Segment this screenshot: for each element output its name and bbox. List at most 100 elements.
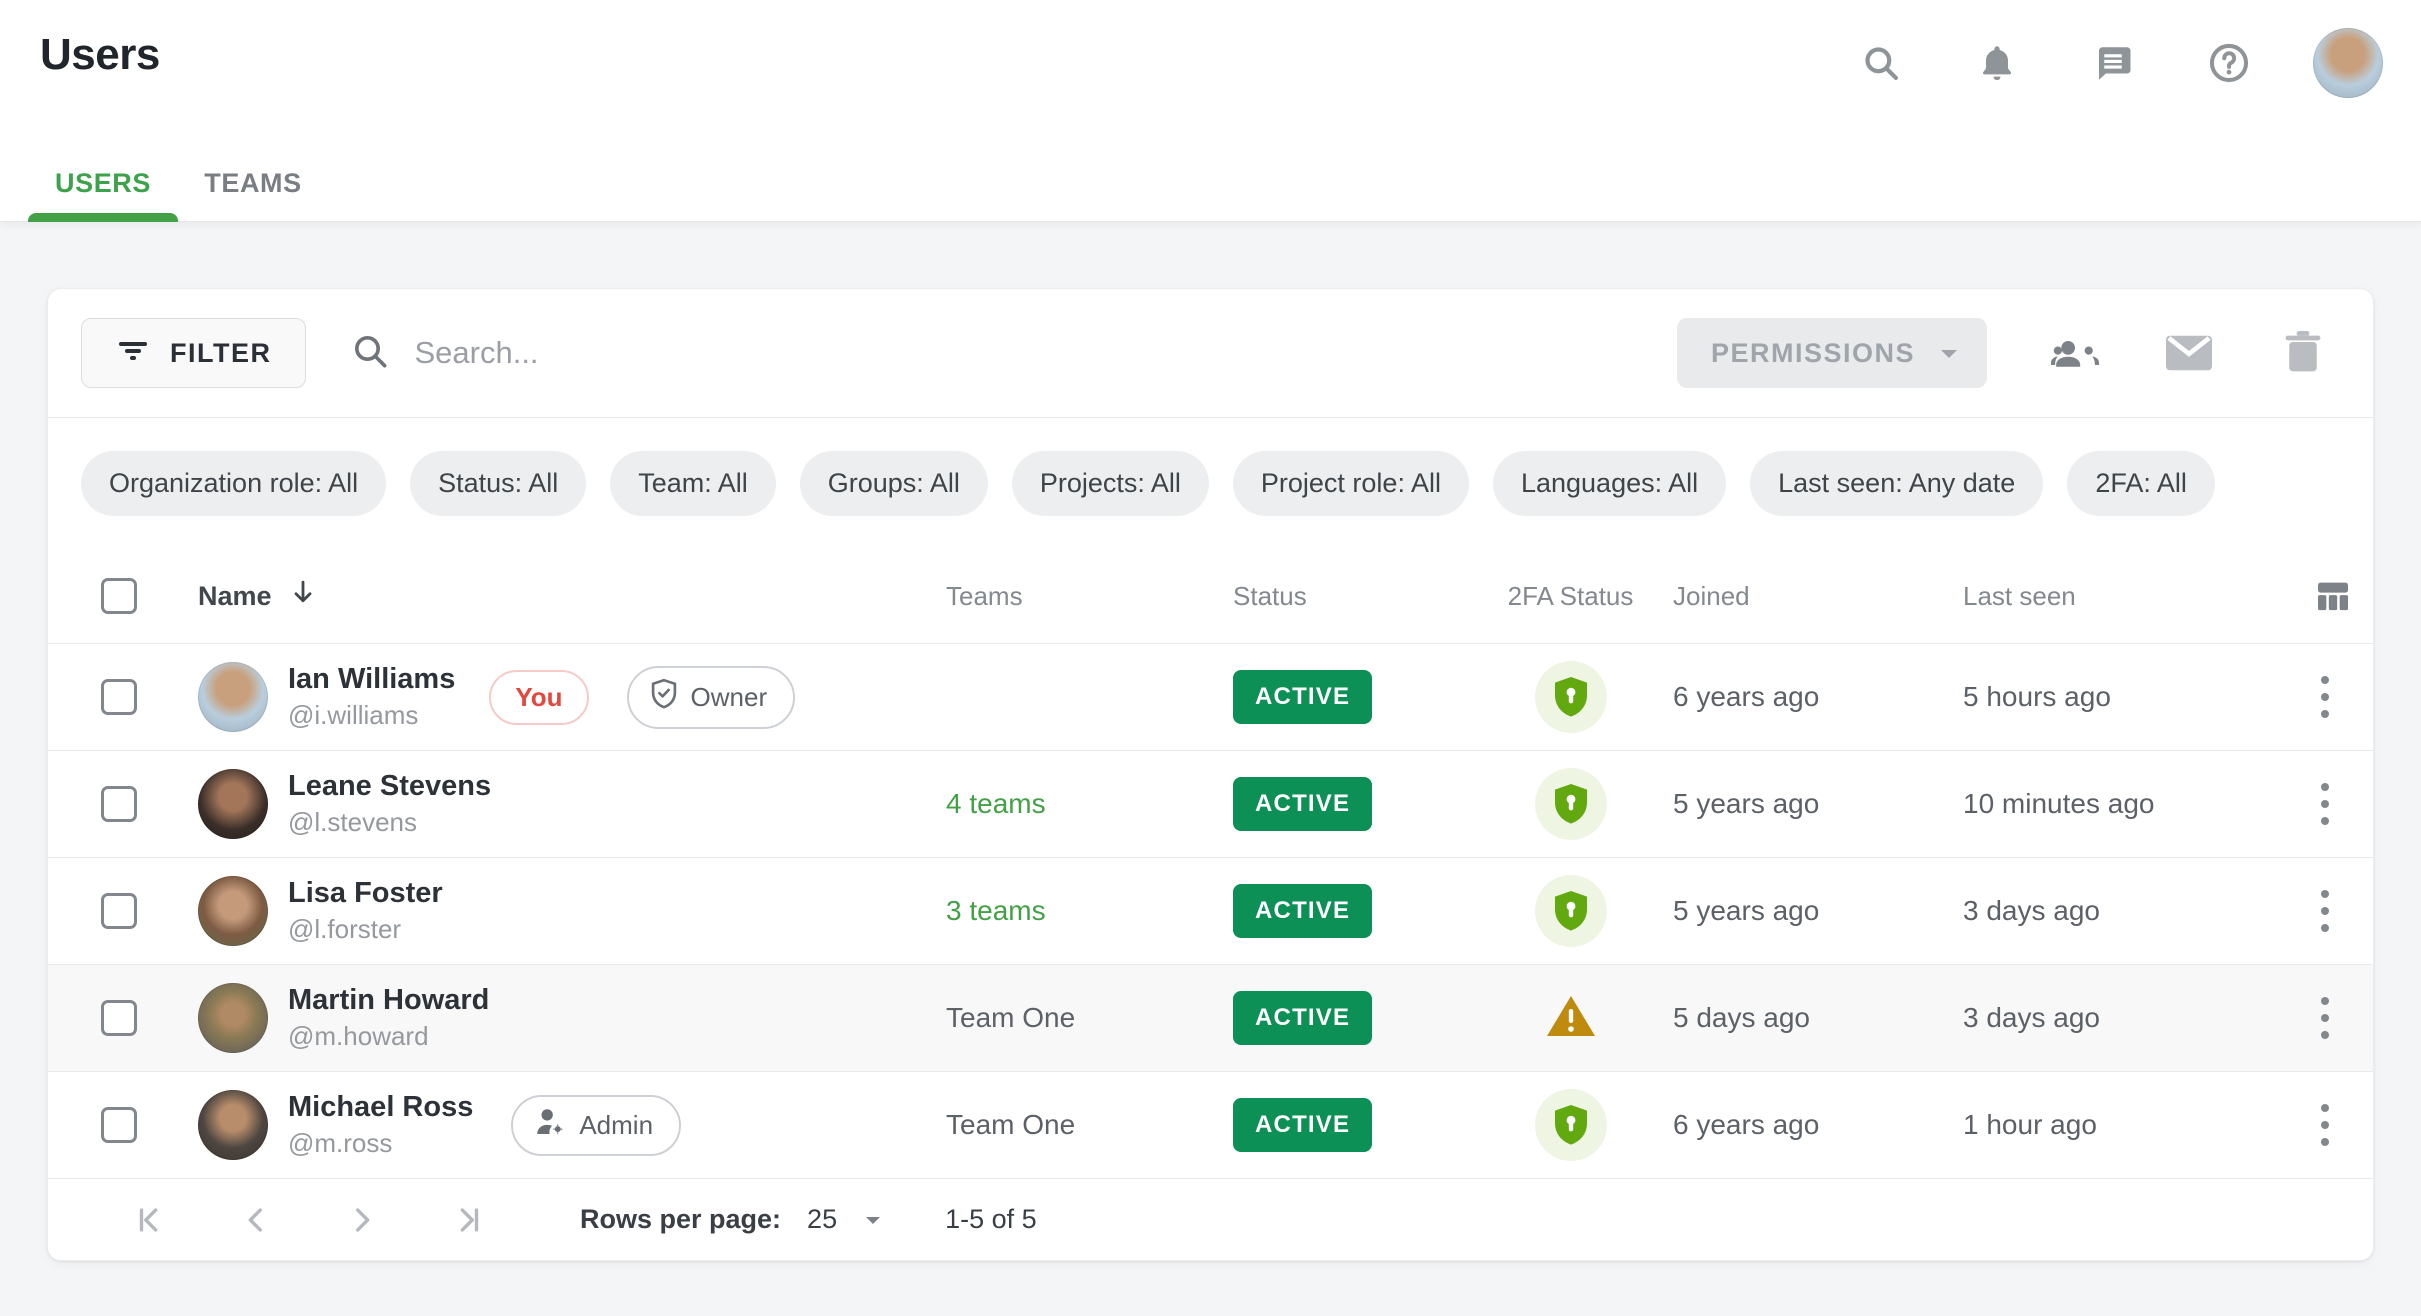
column-header-last-seen[interactable]: Last seen [1963, 581, 2313, 612]
chip-2fa[interactable]: 2FA: All [2067, 451, 2215, 516]
filter-chips-row: Organization role: All Status: All Team:… [48, 418, 2373, 549]
chip-project-role[interactable]: Project role: All [1233, 451, 1469, 516]
first-page-icon[interactable] [133, 1203, 167, 1237]
column-header-teams[interactable]: Teams [946, 581, 1233, 612]
user-handle: @m.howard [288, 1021, 489, 1052]
user-handle: @l.forster [288, 914, 443, 945]
search-input[interactable] [414, 335, 1676, 371]
table-row[interactable]: Martin Howard @m.howard Team One ACTIVE … [48, 965, 2373, 1072]
chip-last-seen[interactable]: Last seen: Any date [1750, 451, 2043, 516]
row-menu-kebab-icon[interactable] [2313, 1096, 2337, 1154]
notifications-bell-icon[interactable] [1965, 31, 2029, 95]
avatar [198, 662, 268, 732]
2fa-enabled-shield-icon [1535, 661, 1607, 733]
next-page-icon[interactable] [345, 1203, 379, 1237]
previous-page-icon[interactable] [239, 1203, 273, 1237]
chip-projects[interactable]: Projects: All [1012, 451, 1209, 516]
row-checkbox[interactable] [101, 893, 137, 929]
chip-status[interactable]: Status: All [410, 451, 586, 516]
rows-per-page-value: 25 [807, 1204, 837, 1235]
table-row[interactable]: Ian Williams @i.williams You Owner ACTIV… [48, 644, 2373, 751]
you-badge: You [489, 670, 588, 725]
chip-languages[interactable]: Languages: All [1493, 451, 1726, 516]
last-seen-cell: 10 minutes ago [1963, 788, 2313, 820]
joined-cell: 6 years ago [1673, 681, 1963, 713]
last-seen-cell: 1 hour ago [1963, 1109, 2313, 1141]
column-header-name[interactable]: Name [198, 579, 946, 614]
chip-groups[interactable]: Groups: All [800, 451, 988, 516]
column-header-joined[interactable]: Joined [1673, 581, 1963, 612]
avatar [198, 876, 268, 946]
select-all-checkbox[interactable] [101, 578, 137, 614]
user-handle: @i.williams [288, 700, 455, 731]
tab-teams-label: TEAMS [204, 168, 302, 199]
user-name: Martin Howard [288, 984, 489, 1017]
teams-cell: Team One [946, 1002, 1075, 1033]
name-header-label: Name [198, 581, 272, 612]
filter-button[interactable]: FILTER [81, 318, 306, 388]
add-to-team-icon[interactable] [2043, 321, 2107, 385]
teams-link[interactable]: 3 teams [946, 895, 1046, 926]
status-badge: ACTIVE [1233, 777, 1372, 831]
user-avatar[interactable] [2313, 28, 2383, 98]
status-badge: ACTIVE [1233, 991, 1372, 1045]
row-checkbox[interactable] [101, 1107, 137, 1143]
user-name: Michael Ross [288, 1091, 473, 1124]
tab-teams[interactable]: TEAMS [178, 145, 328, 221]
row-checkbox[interactable] [101, 786, 137, 822]
filter-button-label: FILTER [170, 338, 271, 369]
row-menu-kebab-icon[interactable] [2313, 775, 2337, 833]
column-settings-icon[interactable] [2313, 576, 2374, 616]
column-header-2fa[interactable]: 2FA Status [1468, 581, 1673, 612]
header-actions [1849, 28, 2383, 98]
user-name: Lisa Foster [288, 877, 443, 910]
row-checkbox[interactable] [101, 679, 137, 715]
2fa-enabled-shield-icon [1535, 1089, 1607, 1161]
search-box [350, 331, 1676, 376]
pagination-bar: Rows per page: 25 1-5 of 5 [48, 1179, 2373, 1260]
pagination-range-label: 1-5 of 5 [945, 1204, 1037, 1235]
bulk-action-icons [2043, 321, 2335, 385]
table-row[interactable]: Lisa Foster @l.forster 3 teams ACTIVE 5 … [48, 858, 2373, 965]
joined-cell: 5 years ago [1673, 895, 1963, 927]
admin-badge-label: Admin [579, 1110, 653, 1141]
users-card: FILTER PERMISSIONS [47, 288, 2374, 1261]
person-gear-icon [533, 1107, 567, 1144]
search-icon[interactable] [1849, 31, 1913, 95]
table-row[interactable]: Leane Stevens @l.stevens 4 teams ACTIVE … [48, 751, 2373, 858]
user-handle: @l.stevens [288, 807, 491, 838]
status-badge: ACTIVE [1233, 1098, 1372, 1152]
status-badge: ACTIVE [1233, 670, 1372, 724]
avatar [198, 769, 268, 839]
email-icon[interactable] [2157, 321, 2221, 385]
chat-icon[interactable] [2081, 31, 2145, 95]
row-menu-kebab-icon[interactable] [2313, 668, 2337, 726]
permissions-dropdown-button[interactable]: PERMISSIONS [1677, 318, 1987, 388]
owner-badge-label: Owner [691, 682, 768, 713]
chip-team[interactable]: Team: All [610, 451, 776, 516]
tab-users[interactable]: USERS [28, 145, 178, 221]
row-menu-kebab-icon[interactable] [2313, 989, 2337, 1047]
admin-badge: Admin [511, 1095, 681, 1156]
user-handle: @m.ross [288, 1128, 473, 1159]
table-toolbar: FILTER PERMISSIONS [48, 289, 2373, 417]
user-name: Ian Williams [288, 663, 455, 696]
delete-trash-icon[interactable] [2271, 321, 2335, 385]
column-header-status[interactable]: Status [1233, 581, 1468, 612]
2fa-enabled-shield-icon [1535, 875, 1607, 947]
2fa-enabled-shield-icon [1535, 768, 1607, 840]
user-name: Leane Stevens [288, 770, 491, 803]
chevron-down-icon [1937, 338, 1961, 369]
tab-users-label: USERS [55, 168, 151, 199]
row-checkbox[interactable] [101, 1000, 137, 1036]
joined-cell: 5 years ago [1673, 788, 1963, 820]
last-seen-cell: 3 days ago [1963, 1002, 2313, 1034]
rows-per-page-select[interactable]: 25 [807, 1204, 883, 1235]
help-icon[interactable] [2197, 31, 2261, 95]
chip-organization-role[interactable]: Organization role: All [81, 451, 386, 516]
row-menu-kebab-icon[interactable] [2313, 882, 2337, 940]
teams-link[interactable]: 4 teams [946, 788, 1046, 819]
last-page-icon[interactable] [451, 1203, 485, 1237]
table-row[interactable]: Michael Ross @m.ross Admin Team One ACTI… [48, 1072, 2373, 1179]
table-header-row: Name Teams Status 2FA Status Joined Last… [48, 549, 2373, 644]
